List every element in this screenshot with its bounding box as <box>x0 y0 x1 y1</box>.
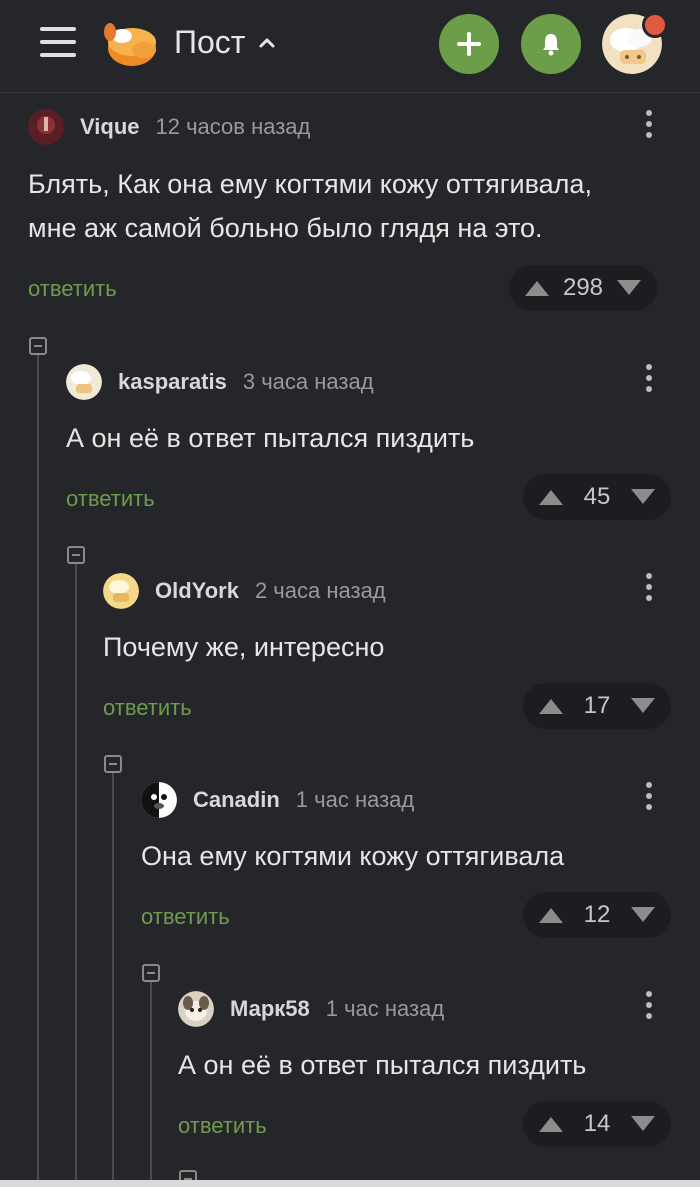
comment-username[interactable]: Canadin <box>193 787 280 813</box>
notification-dot <box>642 12 668 38</box>
comment-header: kasparatis 3 часа назад <box>66 362 374 402</box>
comment-username[interactable]: OldYork <box>155 578 239 604</box>
rating-count: 17 <box>583 692 611 719</box>
comment-text-line: мне аж самой больно было глядя на это. <box>28 213 543 243</box>
comment-text: Блять, Как она ему когтями кожу оттягива… <box>28 162 592 250</box>
vote-box: 12 <box>523 892 671 938</box>
vote-box: 14 <box>523 1101 671 1147</box>
reply-button[interactable]: ответить <box>178 1113 267 1139</box>
bottom-edge <box>0 1180 700 1187</box>
add-post-button[interactable] <box>439 14 499 74</box>
thread-line <box>150 973 152 1187</box>
page-title-dropdown[interactable]: Пост <box>174 24 277 61</box>
comment-text-line: Она ему когтями кожу оттягивала <box>141 841 565 871</box>
comment-time: 3 часа назад <box>242 369 374 394</box>
comment-username[interactable]: kasparatis <box>118 369 227 395</box>
comment-text: Почему же, интересно <box>103 625 384 669</box>
comment-header: Vique 12 часов назад <box>28 107 310 147</box>
bell-icon <box>543 34 559 56</box>
comment-time: 12 часов назад <box>155 114 311 139</box>
avatar[interactable] <box>103 573 139 609</box>
plus-icon <box>457 32 481 56</box>
comment-text: А он её в ответ пытался пиздить <box>66 416 474 460</box>
more-options-icon[interactable] <box>642 782 656 818</box>
reply-button[interactable]: ответить <box>66 486 155 512</box>
downvote-icon[interactable] <box>629 906 657 924</box>
collapse-thread-button[interactable] <box>104 755 122 773</box>
comment-header: Canadin 1 час назад <box>141 780 414 820</box>
comment-text: Она ему когтями кожу оттягивала <box>141 834 564 878</box>
comment-text-line: А он её в ответ пытался пиздить <box>178 1050 587 1080</box>
upvote-icon[interactable] <box>537 1115 565 1133</box>
avatar[interactable] <box>66 364 102 400</box>
chevron-up-icon <box>259 38 275 47</box>
post-comments-page: Пост Vique 12 часов назад Блять, Как она… <box>0 0 700 1187</box>
rating-count: 45 <box>583 483 611 510</box>
comment-time: 1 час назад <box>295 787 415 812</box>
hamburger-icon[interactable] <box>40 27 76 59</box>
reply-button[interactable]: ответить <box>141 904 230 930</box>
thread-line <box>112 764 114 1187</box>
pikabu-logo[interactable] <box>100 16 160 72</box>
downvote-icon[interactable] <box>629 488 657 506</box>
collapse-thread-button[interactable] <box>142 964 160 982</box>
upvote-icon[interactable] <box>537 906 565 924</box>
collapse-thread-button[interactable] <box>29 337 47 355</box>
downvote-icon[interactable] <box>629 1115 657 1133</box>
vote-box: 17 <box>523 683 671 729</box>
downvote-icon[interactable] <box>629 697 657 715</box>
comment-text: А он её в ответ пытался пиздить <box>178 1043 586 1087</box>
comment-username[interactable]: Vique <box>80 114 140 140</box>
thread-line <box>75 555 77 1187</box>
comment-text-line: Почему же, интересно <box>103 632 385 662</box>
rating-count: 298 <box>562 274 604 301</box>
rating-count: 14 <box>583 1110 611 1137</box>
thread-line <box>37 345 39 1187</box>
collapse-thread-button[interactable] <box>67 546 85 564</box>
vote-box: 45 <box>523 474 671 520</box>
comment-header: Марк58 1 час назад <box>178 989 444 1029</box>
avatar[interactable] <box>28 109 64 145</box>
comment-time: 2 часа назад <box>254 578 386 603</box>
upvote-icon[interactable] <box>523 279 551 297</box>
avatar[interactable] <box>141 782 177 818</box>
comment-text-line: А он её в ответ пытался пиздить <box>66 423 475 453</box>
downvote-icon[interactable] <box>615 279 643 297</box>
comment-text-line: Блять, Как она ему когтями кожу оттягива… <box>28 169 592 199</box>
rating-count: 12 <box>583 901 611 928</box>
more-options-icon[interactable] <box>642 364 656 400</box>
upvote-icon[interactable] <box>537 697 565 715</box>
comment-username[interactable]: Марк58 <box>230 996 310 1022</box>
avatar[interactable] <box>178 991 214 1027</box>
comment-header: OldYork 2 часа назад <box>103 571 386 611</box>
more-options-icon[interactable] <box>642 573 656 609</box>
vote-box: 298 <box>509 265 657 311</box>
top-header: Пост <box>0 0 700 93</box>
comment-time: 1 час назад <box>325 996 445 1021</box>
notifications-button[interactable] <box>521 14 581 74</box>
more-options-icon[interactable] <box>642 110 656 146</box>
upvote-icon[interactable] <box>537 488 565 506</box>
reply-button[interactable]: ответить <box>103 695 192 721</box>
reply-button[interactable]: ответить <box>28 276 117 302</box>
page-title: Пост <box>174 24 246 60</box>
more-options-icon[interactable] <box>642 991 656 1027</box>
